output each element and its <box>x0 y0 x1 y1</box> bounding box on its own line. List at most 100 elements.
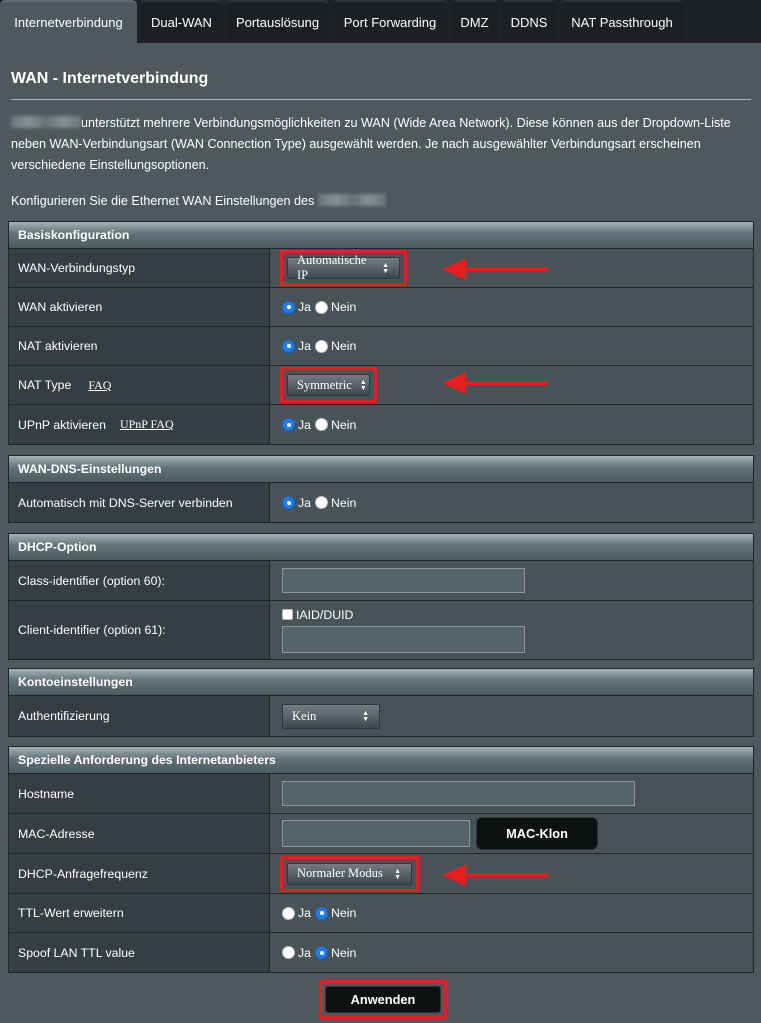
annotation-highlight-wan-type: Automatische IP ▲ ▼ <box>280 250 407 286</box>
row-class-id: Class-identifier (option 60): <box>9 561 753 601</box>
upnp-label: UPnP aktivieren <box>18 417 106 432</box>
annotation-arrow-nat-type <box>442 372 548 394</box>
annotation-arrow-wan-type <box>442 258 548 280</box>
tab-dmz[interactable]: DMZ <box>451 0 498 43</box>
section-wan-dns: WAN-DNS-Einstellungen Automatisch mit DN… <box>8 455 754 523</box>
radio-yes-label: Ja <box>298 417 311 432</box>
nat-enable-no-radio[interactable] <box>315 339 328 353</box>
row-hostname: Hostname <box>9 774 753 814</box>
upnp-radios: Ja Nein <box>282 418 360 432</box>
wan-enable-radios: Ja Nein <box>282 300 360 314</box>
blurred-product-name <box>11 116 81 128</box>
wan-type-select[interactable]: Automatische IP ▲ ▼ <box>287 253 400 282</box>
description-text: unterstützt mehrere Verbindungsmöglichke… <box>11 116 731 172</box>
mac-input[interactable] <box>282 820 470 847</box>
hostname-label: Hostname <box>9 774 270 813</box>
section-isp-requirements: Spezielle Anforderung des Internetanbiet… <box>8 746 754 973</box>
apply-button[interactable]: Anwenden <box>325 986 441 1013</box>
class-id-label: Class-identifier (option 60): <box>9 561 270 600</box>
dhcp-freq-select[interactable]: Normaler Modus ▲ ▼ <box>287 862 412 885</box>
row-ttl: TTL-Wert erweitern Ja Nein <box>9 894 753 933</box>
tab-portausloesung[interactable]: Portauslösung <box>226 0 329 43</box>
page-title: WAN - Internetverbindung <box>11 70 209 87</box>
radio-no-label: Nein <box>331 300 357 314</box>
auto-dns-no-radio[interactable] <box>315 496 328 509</box>
ttl-radios: Ja Nein <box>282 906 360 920</box>
row-client-id: Client-identifier (option 61): IAID/DUID <box>9 601 753 659</box>
configure-text: Konfigurieren Sie die Ethernet WAN Einst… <box>11 194 315 208</box>
tab-ddns[interactable]: DDNS <box>501 0 557 43</box>
section-header-dns: WAN-DNS-Einstellungen <box>9 456 753 483</box>
nat-enable-label: NAT aktivieren <box>9 327 270 365</box>
class-id-input[interactable] <box>282 568 525 593</box>
radio-no-label: Nein <box>331 495 357 510</box>
mac-clone-button[interactable]: MAC-Klon <box>476 817 598 850</box>
radio-no-label: Nein <box>331 906 357 920</box>
tab-dual-wan[interactable]: Dual-WAN <box>140 0 223 43</box>
upnp-yes-radio[interactable] <box>282 418 295 431</box>
upnp-no-radio[interactable] <box>315 418 328 431</box>
select-arrows-icon: ▲ ▼ <box>359 378 367 392</box>
nat-type-value: Symmetric <box>297 377 352 392</box>
wan-enable-label: WAN aktivieren <box>9 288 270 326</box>
title-divider <box>11 99 751 100</box>
radio-yes-label: Ja <box>298 339 311 353</box>
row-mac: MAC-Adresse MAC-Klon <box>9 814 753 854</box>
radio-yes-label: Ja <box>298 906 311 920</box>
auto-dns-yes-radio[interactable] <box>282 496 295 509</box>
nat-type-faq-link[interactable]: FAQ <box>88 378 111 393</box>
select-arrows-icon: ▲ ▼ <box>382 261 389 275</box>
radio-yes-label: Ja <box>298 495 311 510</box>
dhcp-freq-value: Normaler Modus <box>297 866 383 880</box>
row-upnp: UPnP aktivieren UPnP FAQ Ja Nein <box>9 405 753 444</box>
nat-enable-yes-radio[interactable] <box>282 339 295 353</box>
tab-bar: Internetverbindung Dual-WAN Portauslösun… <box>0 0 761 43</box>
wan-type-label: WAN-Verbindungstyp <box>9 249 270 287</box>
tab-nat-passthrough[interactable]: NAT Passthrough <box>560 0 684 43</box>
blurred-product-name-2 <box>317 194 386 206</box>
section-basiskonfiguration: Basiskonfiguration WAN-Verbindungstyp Au… <box>8 221 754 445</box>
auth-select[interactable]: Kein ▲ ▼ <box>282 703 380 729</box>
client-id-input[interactable] <box>282 625 525 653</box>
row-dhcp-freq: DHCP-Anfragefrequenz Normaler Modus ▲ ▼ <box>9 854 753 894</box>
wan-enable-yes-radio[interactable] <box>282 300 295 314</box>
radio-no-label: Nein <box>331 339 357 353</box>
annotation-arrow-dhcp-freq <box>442 864 548 886</box>
auto-dns-label: Automatisch mit DNS-Server verbinden <box>9 483 270 522</box>
tab-internetverbindung[interactable]: Internetverbindung <box>0 0 137 43</box>
section-header-isp: Spezielle Anforderung des Internetanbiet… <box>9 747 753 774</box>
radio-yes-label: Ja <box>298 300 311 314</box>
iaid-duid-label: IAID/DUID <box>296 607 354 622</box>
row-auto-dns: Automatisch mit DNS-Server verbinden Ja … <box>9 483 753 522</box>
hostname-input[interactable] <box>282 781 635 806</box>
ttl-yes-radio[interactable] <box>282 906 295 920</box>
radio-no-label: Nein <box>331 417 357 432</box>
annotation-highlight-apply: Anwenden <box>319 980 447 1019</box>
spoof-ttl-radios: Ja Nein <box>282 946 360 960</box>
auto-dns-radios: Ja Nein <box>282 496 360 510</box>
configure-text-line: Konfigurieren Sie die Ethernet WAN Einst… <box>11 194 386 208</box>
spoof-ttl-label: Spoof LAN TTL value <box>9 933 270 972</box>
wan-enable-no-radio[interactable] <box>315 300 328 314</box>
row-auth: Authentifizierung Kein ▲ ▼ <box>9 696 753 736</box>
radio-no-label: Nein <box>331 945 357 960</box>
nat-type-select[interactable]: Symmetric ▲ ▼ <box>287 374 370 396</box>
row-nat-type: NAT Type FAQ Symmetric ▲ ▼ <box>9 366 753 405</box>
radio-yes-label: Ja <box>298 945 311 960</box>
spoof-ttl-no-radio[interactable] <box>315 946 328 959</box>
upnp-faq-link[interactable]: UPnP FAQ <box>120 417 174 432</box>
row-spoof-ttl: Spoof LAN TTL value Ja Nein <box>9 933 753 972</box>
section-header-dhcp: DHCP-Option <box>9 534 753 561</box>
ttl-no-radio[interactable] <box>315 906 328 920</box>
tab-port-forwarding[interactable]: Port Forwarding <box>332 0 448 43</box>
ttl-label: TTL-Wert erweitern <box>9 894 270 932</box>
dhcp-freq-label: DHCP-Anfragefrequenz <box>9 854 270 893</box>
section-dhcp-option: DHCP-Option Class-identifier (option 60)… <box>8 533 754 660</box>
annotation-highlight-dhcp-freq: Normaler Modus ▲ ▼ <box>280 855 419 892</box>
annotation-highlight-nat-type: Symmetric ▲ ▼ <box>280 367 377 403</box>
iaid-duid-checkbox[interactable] <box>282 609 293 620</box>
spoof-ttl-yes-radio[interactable] <box>282 946 295 959</box>
row-wan-type: WAN-Verbindungstyp Automatische IP ▲ ▼ <box>9 249 753 288</box>
mac-label: MAC-Adresse <box>9 814 270 853</box>
select-arrows-icon: ▲ ▼ <box>394 866 401 881</box>
